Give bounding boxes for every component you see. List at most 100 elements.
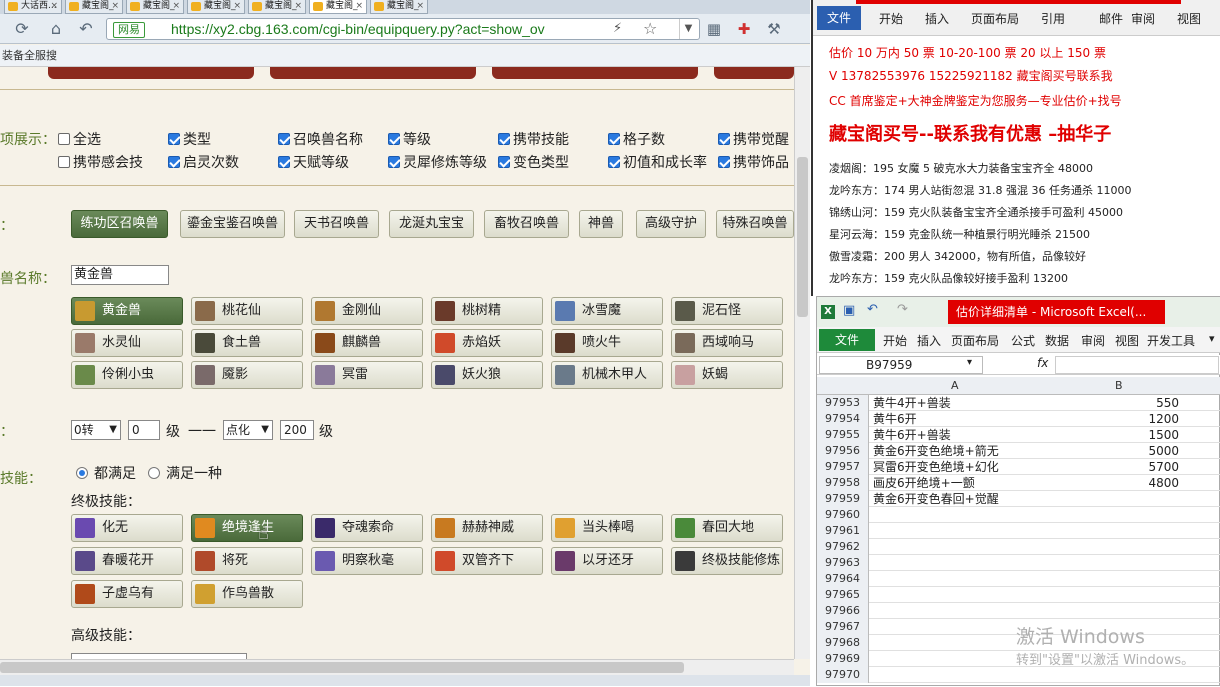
- type-button[interactable]: 特殊召唤兽: [716, 210, 794, 238]
- browser-tab[interactable]: 大话西... ×: [4, 0, 62, 14]
- level-max-input[interactable]: 200: [280, 420, 314, 440]
- checkbox-box[interactable]: [388, 133, 400, 145]
- gamepad-icon[interactable]: ✚: [734, 19, 754, 39]
- column-header-a[interactable]: A: [951, 379, 959, 392]
- skill-button[interactable]: 终极技能修炼: [671, 547, 783, 575]
- pet-button[interactable]: 桃花仙: [191, 297, 303, 325]
- display-option-checkbox[interactable]: 初值和成长率: [608, 152, 707, 172]
- browser-tab[interactable]: 藏宝阁_ ×: [309, 0, 367, 14]
- display-option-checkbox[interactable]: 携带感会技: [58, 152, 143, 172]
- row-number[interactable]: 97955: [817, 427, 869, 443]
- skill-button[interactable]: 化无: [71, 514, 183, 542]
- pet-button[interactable]: 魇影: [191, 361, 303, 389]
- cell-a[interactable]: 冥雷6开变色绝境+幻化: [873, 459, 999, 475]
- word-tab[interactable]: 页面布局: [971, 10, 1019, 27]
- type-button[interactable]: 高级守护: [636, 210, 706, 238]
- pet-button[interactable]: 喷火牛: [551, 329, 663, 357]
- row-number[interactable]: 97964: [817, 571, 869, 587]
- category-tab[interactable]: [492, 67, 698, 79]
- close-icon[interactable]: ×: [111, 0, 119, 12]
- close-icon[interactable]: ×: [416, 0, 424, 12]
- type-button[interactable]: 神兽: [579, 210, 623, 238]
- pet-button[interactable]: 黄金兽: [71, 297, 183, 325]
- address-bar[interactable]: 网易 https://xy2.cbg.163.com/cgi-bin/equip…: [106, 18, 700, 40]
- undo-icon[interactable]: ↶: [76, 19, 96, 39]
- name-box[interactable]: B97959: [819, 356, 983, 374]
- word-tab[interactable]: 邮件: [1099, 10, 1123, 27]
- browser-tab[interactable]: 藏宝阁_ ×: [126, 0, 184, 14]
- close-icon[interactable]: ×: [355, 0, 363, 12]
- column-header-b[interactable]: B: [1115, 379, 1123, 392]
- pet-button[interactable]: 麒麟兽: [311, 329, 423, 357]
- word-tab[interactable]: 引用: [1041, 10, 1065, 27]
- row-number[interactable]: 97966: [817, 603, 869, 619]
- cell-a[interactable]: 黄牛6开: [873, 411, 917, 427]
- row-number[interactable]: 97970: [817, 667, 869, 683]
- row-number[interactable]: 97963: [817, 555, 869, 571]
- type-button[interactable]: 练功区召唤兽: [71, 210, 168, 238]
- cell-a[interactable]: 画皮6开绝境+一颤: [873, 475, 975, 491]
- pet-button[interactable]: 泥石怪: [671, 297, 783, 325]
- skill-button[interactable]: 赫赫神威: [431, 514, 543, 542]
- display-option-checkbox[interactable]: 等级: [388, 129, 431, 149]
- row-number[interactable]: 97961: [817, 523, 869, 539]
- cell-b[interactable]: 1500: [1039, 427, 1179, 443]
- row-number[interactable]: 97965: [817, 587, 869, 603]
- row-number[interactable]: 97954: [817, 411, 869, 427]
- browser-tab[interactable]: 藏宝阁_ ×: [370, 0, 428, 14]
- level-min-input[interactable]: 0: [128, 420, 160, 440]
- cell-b[interactable]: 4800: [1039, 475, 1179, 491]
- display-option-checkbox[interactable]: 天赋等级: [278, 152, 349, 172]
- checkbox-box[interactable]: [388, 156, 400, 168]
- browser-tab[interactable]: 藏宝阁_ ×: [187, 0, 245, 14]
- close-icon[interactable]: ×: [50, 0, 58, 12]
- checkbox-box[interactable]: [498, 133, 510, 145]
- display-option-checkbox[interactable]: 携带觉醒: [718, 129, 789, 149]
- checkbox-box[interactable]: [718, 133, 730, 145]
- excel-tab[interactable]: 开始: [883, 332, 907, 349]
- display-option-checkbox[interactable]: 变色类型: [498, 152, 569, 172]
- skill-button[interactable]: 子虚乌有: [71, 580, 183, 608]
- pet-button[interactable]: 金刚仙: [311, 297, 423, 325]
- pet-button[interactable]: 伶俐小虫: [71, 361, 183, 389]
- row-number[interactable]: 97958: [817, 475, 869, 491]
- checkbox-box[interactable]: [58, 133, 70, 145]
- category-tab[interactable]: [270, 67, 476, 79]
- display-option-checkbox[interactable]: 携带饰品: [718, 152, 789, 172]
- checkbox-box[interactable]: [498, 156, 510, 168]
- excel-tab[interactable]: 页面布局: [951, 332, 999, 349]
- vertical-scrollbar[interactable]: [794, 67, 810, 659]
- pet-button[interactable]: 妖火狼: [431, 361, 543, 389]
- checkbox-box[interactable]: [278, 133, 290, 145]
- lightning-icon[interactable]: ⚡: [613, 21, 622, 36]
- home-icon[interactable]: ⌂: [46, 19, 66, 39]
- scrollbar-thumb[interactable]: [797, 157, 808, 317]
- checkbox-box[interactable]: [58, 156, 70, 168]
- pet-button[interactable]: 食土兽: [191, 329, 303, 357]
- excel-tab[interactable]: 视图: [1115, 332, 1139, 349]
- browser-tab[interactable]: 藏宝阁_ ×: [65, 0, 123, 14]
- star-icon[interactable]: ☆: [643, 19, 657, 38]
- save-icon[interactable]: ▣: [843, 303, 855, 318]
- cell-b[interactable]: 5700: [1039, 459, 1179, 475]
- skill-button[interactable]: 明察秋毫: [311, 547, 423, 575]
- checkbox-box[interactable]: [168, 156, 180, 168]
- close-icon[interactable]: ×: [172, 0, 180, 12]
- excel-file-tab[interactable]: 文件: [819, 329, 875, 351]
- pet-button[interactable]: 妖蝎: [671, 361, 783, 389]
- row-number[interactable]: 97967: [817, 619, 869, 635]
- skill-button[interactable]: 当头棒喝: [551, 514, 663, 542]
- excel-tab[interactable]: 公式: [1011, 332, 1035, 349]
- pet-button[interactable]: 赤焰妖: [431, 329, 543, 357]
- bookmark-item[interactable]: 装备全服搜: [2, 49, 57, 62]
- cell-b[interactable]: 550: [1039, 395, 1179, 411]
- chevron-down-icon[interactable]: ▾: [967, 357, 972, 368]
- skill-button[interactable]: 作鸟兽散: [191, 580, 303, 608]
- checkbox-box[interactable]: [608, 156, 620, 168]
- cell-a[interactable]: 黄金6开变色绝境+箭无: [873, 443, 999, 459]
- row-number[interactable]: 97968: [817, 635, 869, 651]
- horizontal-scrollbar[interactable]: [0, 659, 794, 675]
- type-button[interactable]: 畜牧召唤兽: [484, 210, 569, 238]
- skill-button[interactable]: 春暖花开: [71, 547, 183, 575]
- pet-button[interactable]: 冰雪魔: [551, 297, 663, 325]
